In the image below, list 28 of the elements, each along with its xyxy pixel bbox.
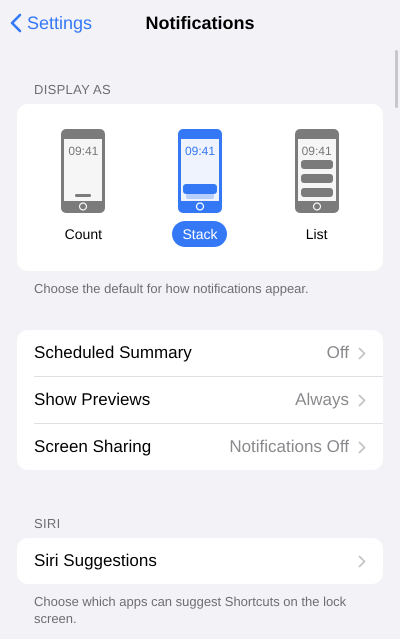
row-value: Always bbox=[295, 390, 349, 410]
row-label[interactable]: Screen Sharing bbox=[34, 437, 230, 457]
phone-time: 09:41 bbox=[300, 144, 333, 158]
scroll-bar bbox=[395, 50, 398, 108]
page-title: Notifications bbox=[145, 12, 254, 32]
chevron-icon bbox=[358, 346, 366, 360]
display-option[interactable]: Count bbox=[54, 221, 112, 247]
chevron-icon bbox=[358, 440, 366, 454]
row-label[interactable]: Siri Suggestions bbox=[34, 551, 358, 571]
section-header: DISPLAY AS bbox=[34, 82, 112, 97]
row-value: Notifications Off bbox=[229, 437, 349, 457]
chevron-icon bbox=[358, 394, 366, 406]
phone-time: 09:41 bbox=[184, 144, 216, 158]
row-label[interactable]: Show Previews bbox=[34, 390, 296, 410]
back-chevron-icon bbox=[10, 13, 22, 33]
row-value: Off bbox=[326, 343, 349, 363]
phone-icon bbox=[294, 129, 339, 213]
display-option[interactable]: Stack bbox=[172, 221, 228, 247]
chevron-icon bbox=[358, 554, 366, 568]
row-label[interactable]: Scheduled Summary bbox=[34, 343, 327, 363]
section-header: SIRI bbox=[34, 516, 62, 531]
section-footer: Choose the default for how notifications appear. bbox=[34, 280, 366, 297]
back-button[interactable]: Settings bbox=[0, 12, 92, 34]
phone-icon bbox=[178, 129, 222, 213]
section-footer: Choose which apps can suggest Shortcuts on the lock screen. bbox=[34, 593, 366, 627]
phone-time: 09:41 bbox=[67, 144, 100, 158]
display-option[interactable]: List bbox=[296, 221, 338, 247]
phone-icon bbox=[61, 129, 106, 213]
